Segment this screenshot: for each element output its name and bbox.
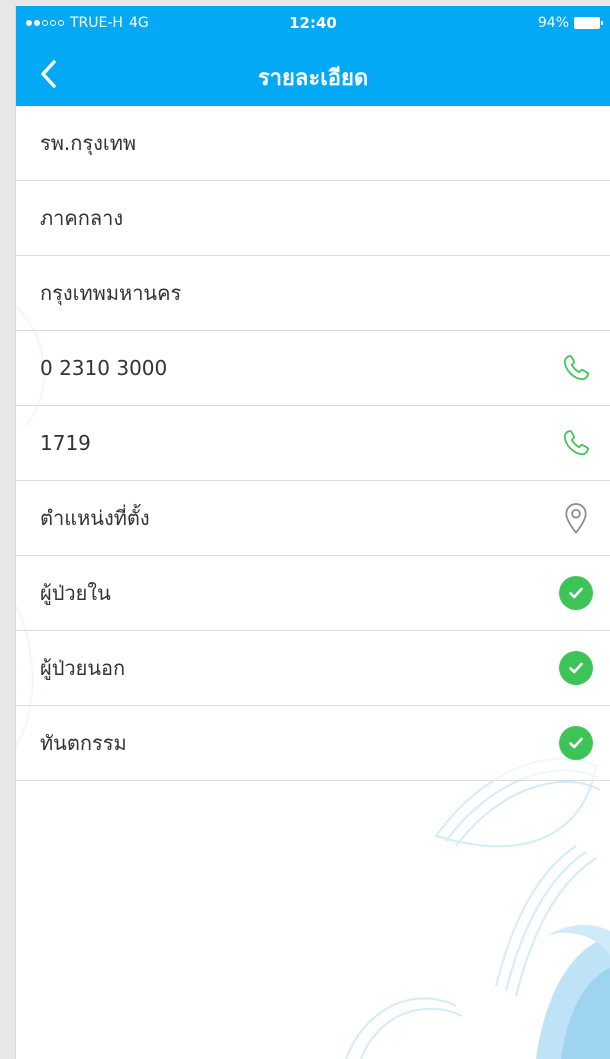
outpatient-row: ผู้ป่วยนอก (16, 631, 610, 706)
status-bar: TRUE-H 4G 12:40 94% (16, 6, 610, 42)
check-circle-icon (558, 650, 594, 686)
page-title: รายละเอียด (257, 66, 369, 91)
phone-row[interactable]: 0 2310 3000 (16, 331, 610, 406)
navigation-bar: รายละเอียด (16, 42, 610, 106)
row-label: ทันตกรรม (40, 731, 127, 755)
status-right: 94% (537, 15, 603, 31)
battery-percent: 94% (537, 15, 569, 31)
inpatient-row: ผู้ป่วยใน (16, 556, 610, 631)
hospital-name-row: รพ.กรุงเทพ (16, 106, 610, 181)
phone-screen: TRUE-H 4G 12:40 94% รายละเอียด รพ.กรุงเท… (16, 6, 610, 1059)
region-row: ภาคกลาง (16, 181, 610, 256)
row-label: รพ.กรุงเทพ (40, 131, 137, 155)
status-time: 12:40 (289, 14, 337, 32)
location-row[interactable]: ตำแหน่งที่ตั้ง (16, 481, 610, 556)
hotline-row[interactable]: 1719 (16, 406, 610, 481)
row-label: ภาคกลาง (40, 206, 124, 230)
detail-list: รพ.กรุงเทพ ภาคกลาง กรุงเทพมหานคร 0 2310 … (16, 106, 610, 781)
row-label: ผู้ป่วยนอก (40, 656, 126, 680)
phone-icon[interactable] (558, 425, 594, 461)
phone-icon[interactable] (558, 350, 594, 386)
check-circle-icon (558, 575, 594, 611)
row-label: 1719 (40, 431, 91, 455)
check-circle-icon (558, 725, 594, 761)
row-label: กรุงเทพมหานคร (40, 281, 182, 305)
row-label: 0 2310 3000 (40, 356, 168, 380)
row-label: ผู้ป่วยใน (40, 581, 111, 605)
province-row: กรุงเทพมหานคร (16, 256, 610, 331)
battery-icon (574, 17, 603, 29)
map-pin-icon[interactable] (558, 500, 594, 536)
row-label: ตำแหน่งที่ตั้ง (40, 506, 150, 530)
dental-row: ทันตกรรม (16, 706, 610, 781)
